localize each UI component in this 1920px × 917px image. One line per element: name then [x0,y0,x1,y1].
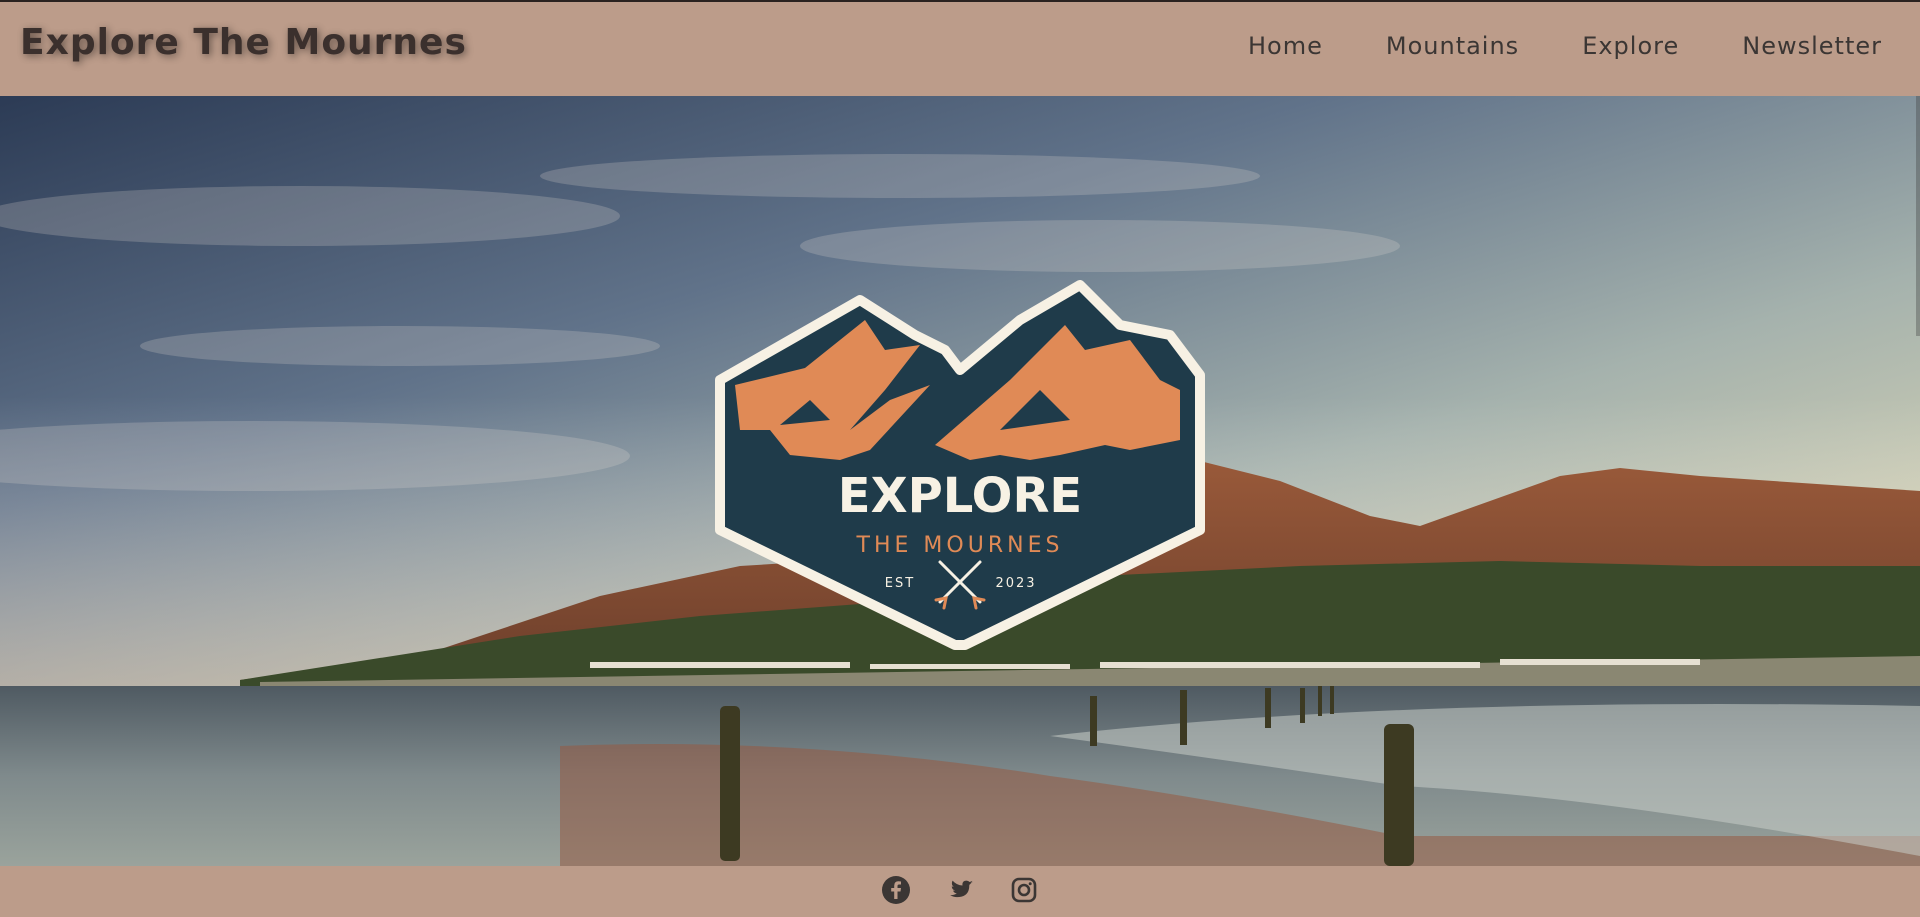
nav-explore-link[interactable]: Explore [1582,32,1679,60]
twitter-link[interactable] [945,875,975,909]
nav-home-link[interactable]: Home [1248,32,1323,60]
instagram-icon [1011,877,1037,902]
hero-image: EXPLORE THE MOURNES EST 2023 [0,96,1920,866]
nav-newsletter-link[interactable]: Newsletter [1742,32,1882,60]
footer-social-bar [0,866,1920,917]
site-title[interactable]: Explore The Mournes [20,22,467,63]
explore-the-mournes-logo: EXPLORE THE MOURNES EST 2023 [715,280,1205,650]
scrollbar[interactable] [1916,96,1920,336]
facebook-link[interactable] [881,875,911,909]
top-bar: Explore The Mournes Home Mountains Explo… [0,0,1920,96]
main-nav: Home Mountains Explore Newsletter [1248,32,1882,60]
nav-mountains-link[interactable]: Mountains [1386,32,1519,60]
logo-est-year: 2023 [995,576,1036,591]
instagram-link[interactable] [1009,875,1039,909]
facebook-icon [882,875,910,904]
twitter-icon [950,880,973,897]
logo-est-label: EST [885,576,915,591]
logo-title: EXPLORE [838,468,1082,524]
logo-subtitle: THE MOURNES [856,533,1064,558]
